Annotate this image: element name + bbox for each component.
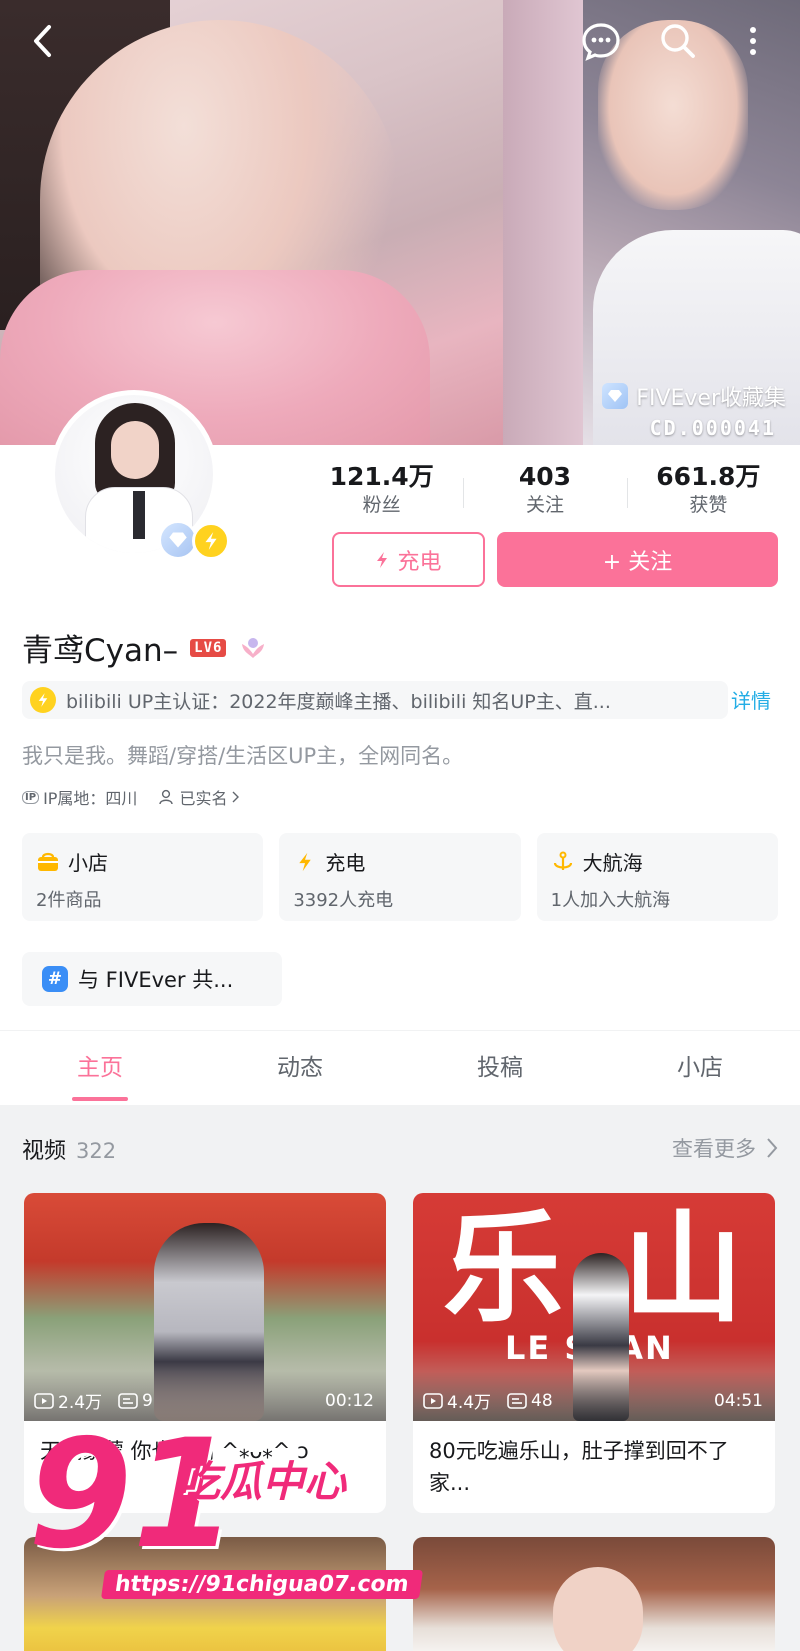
danmaku-icon <box>118 1392 138 1409</box>
danmaku-count: 9 <box>118 1391 153 1411</box>
video-card[interactable]: 2.4万 9 00:12 天气蒙蒙 你也萌萌 ^⁎ᴗ⁎^ ↄ <box>24 1193 386 1513</box>
card-title: 大航海 <box>582 851 643 875</box>
meta-row: IP IP属地：四川 已实名 <box>22 785 240 809</box>
topic-label: 与 FIVEver 共... <box>78 968 234 992</box>
video-title: 80元吃遍乐山，肚子撑到回不了家... <box>429 1439 729 1495</box>
video-thumbnail <box>413 1537 775 1651</box>
banner-photo-right <box>503 0 800 445</box>
certification-text: bilibili UP主认证：2022年度巅峰主播、bilibili 知名UP主… <box>66 690 611 713</box>
video-title: 天气蒙蒙 你也萌萌 ^⁎ᴗ⁎^ ↄ <box>40 1439 309 1463</box>
bio: 我只是我。舞蹈/穿搭/生活区UP主，全网同名。 <box>22 744 464 768</box>
topic-chip[interactable]: # 与 FIVEver 共... <box>22 952 282 1006</box>
search-icon <box>661 24 695 58</box>
tab-dynamics[interactable]: 动态 <box>200 1031 400 1105</box>
ip-location: IP IP属地：四川 <box>22 785 137 809</box>
video-card[interactable]: 乐 山 LE SHAN 4.4万 48 04:51 80元吃遍乐山，肚子撑到回不… <box>413 1193 775 1513</box>
see-more-link[interactable]: 查看更多 <box>672 1133 778 1163</box>
verified-text: 已实名 <box>179 789 228 808</box>
certification-details-link[interactable]: 详情 <box>731 685 771 714</box>
shop-icon <box>36 850 60 874</box>
card-sub: 1人加入大航海 <box>550 890 671 911</box>
chevron-right-icon <box>232 791 240 803</box>
card-sub: 3392人充电 <box>293 890 394 911</box>
play-count-icon <box>34 1392 54 1409</box>
stat-value: 661.8万 <box>656 462 761 491</box>
back-button[interactable] <box>20 18 66 64</box>
level-badge: LV6 <box>190 638 227 657</box>
stat-value: 121.4万 <box>329 462 434 491</box>
video-duration: 00:12 <box>325 1390 374 1411</box>
chevron-right-icon <box>767 1138 778 1158</box>
feed-header: 视频 322 <box>22 1133 116 1165</box>
video-feed: 视频 322 查看更多 2.4万 9 00:12 天气蒙蒙 你也萌萌 ^⁎ᴗ⁎^… <box>0 1105 800 1651</box>
back-arrow-icon <box>34 25 51 57</box>
thumbnail-text-right: 山 <box>623 1198 743 1339</box>
play-count-icon <box>423 1392 443 1409</box>
collection-badge[interactable]: FIVEver收藏集 <box>602 380 786 412</box>
charge-button[interactable]: 充电 <box>332 532 485 587</box>
lightning-cert-icon <box>30 687 56 713</box>
profile-banner: FIVEver收藏集 CD.000041 <box>0 0 800 445</box>
video-card[interactable] <box>24 1537 386 1651</box>
video-thumbnail: 乐 山 LE SHAN 4.4万 48 04:51 <box>413 1193 775 1421</box>
avatar-lightning-badge-icon <box>192 522 230 560</box>
lightning-icon <box>377 551 388 568</box>
card-charge[interactable]: 充电 3392人充电 <box>279 833 521 921</box>
card-title: 小店 <box>68 851 108 875</box>
message-button[interactable] <box>578 18 624 64</box>
ip-text: IP属地：四川 <box>43 789 138 808</box>
diamond-icon <box>602 383 629 409</box>
ip-tag-icon: IP <box>22 790 40 804</box>
card-voyage[interactable]: 大航海 1人加入大航海 <box>536 833 778 921</box>
stat-followers[interactable]: 121.4万 粉丝 <box>300 462 463 522</box>
card-title: 充电 <box>325 851 366 875</box>
danmaku-count: 48 <box>507 1391 553 1411</box>
tab-shop[interactable]: 小店 <box>600 1031 800 1105</box>
chat-bubble-icon <box>582 23 620 61</box>
stat-label: 粉丝 <box>362 494 401 516</box>
feed-title: 视频 <box>22 1139 67 1164</box>
verified-link[interactable]: 已实名 <box>159 785 240 809</box>
video-duration: 04:51 <box>714 1390 763 1411</box>
feed-count: 322 <box>76 1139 117 1163</box>
anchor-icon <box>551 850 575 874</box>
wing-badge-icon[interactable] <box>238 633 268 663</box>
search-button[interactable] <box>655 18 701 64</box>
more-button[interactable] <box>730 18 776 64</box>
card-shop[interactable]: 小店 2件商品 <box>22 833 264 921</box>
stat-label: 获赞 <box>689 494 728 516</box>
stats-row: 121.4万 粉丝 403 关注 661.8万 获赞 <box>300 462 790 522</box>
stat-value: 403 <box>518 462 572 491</box>
follow-button[interactable]: + 关注 <box>497 532 778 587</box>
tab-home[interactable]: 主页 <box>0 1031 200 1105</box>
view-count: 2.4万 <box>34 1388 102 1413</box>
video-thumbnail <box>24 1537 386 1651</box>
collection-label: FIVEver收藏集 <box>636 386 786 411</box>
card-sub: 2件商品 <box>36 890 102 911</box>
stat-likes[interactable]: 661.8万 获赞 <box>626 462 790 522</box>
username: 青鸢Cyan– <box>22 633 179 669</box>
feature-cards: 小店 2件商品 充电 3392人充电 大航海 1人加入大航海 <box>22 833 778 921</box>
video-card[interactable] <box>413 1537 775 1651</box>
video-thumbnail: 2.4万 9 00:12 <box>24 1193 386 1421</box>
user-verified-icon <box>159 789 174 805</box>
hashtag-icon: # <box>42 966 68 992</box>
certification-row[interactable]: bilibili UP主认证：2022年度巅峰主播、bilibili 知名UP主… <box>22 681 728 719</box>
lightning-icon <box>293 850 317 874</box>
stat-label: 关注 <box>525 494 564 516</box>
follow-label: + 关注 <box>602 549 673 575</box>
name-row: 青鸢Cyan– LV6 <box>22 625 268 670</box>
danmaku-icon <box>507 1392 527 1409</box>
banner-photo-left <box>0 0 503 445</box>
collection-code: CD.000041 <box>649 416 776 440</box>
stat-following[interactable]: 403 关注 <box>463 462 626 522</box>
charge-label: 充电 <box>397 549 442 575</box>
profile-tabs: 主页 动态 投稿 小店 <box>0 1030 800 1105</box>
avatar-container[interactable] <box>50 390 232 572</box>
thumbnail-text-left: 乐 <box>443 1198 563 1339</box>
tab-uploads[interactable]: 投稿 <box>400 1031 600 1105</box>
view-count: 4.4万 <box>423 1388 491 1413</box>
see-more-label: 查看更多 <box>672 1137 756 1161</box>
more-vertical-icon <box>750 27 756 55</box>
